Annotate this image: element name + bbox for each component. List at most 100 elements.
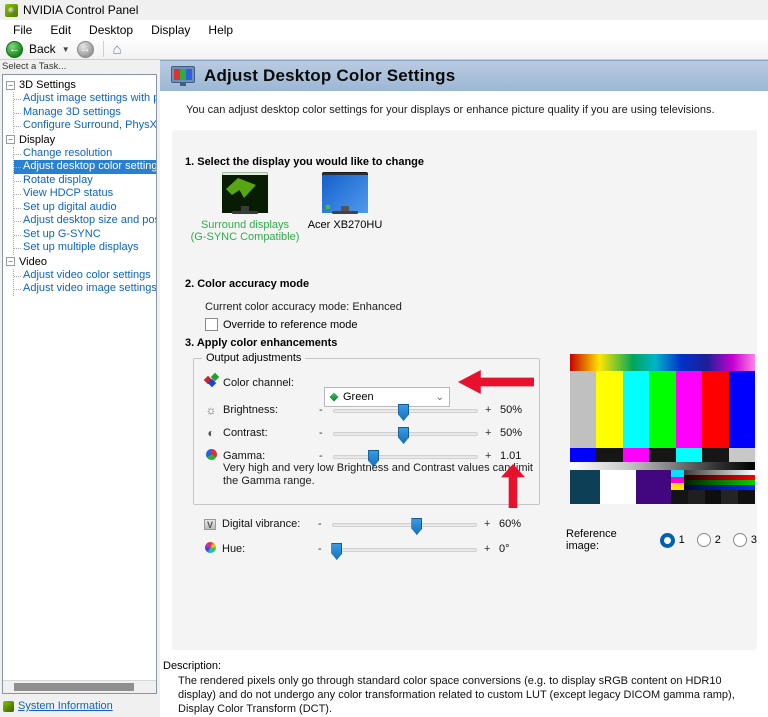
override-reference-mode-checkbox[interactable] bbox=[205, 318, 218, 331]
radio-label: 3 bbox=[751, 534, 757, 546]
green-diamond-icon bbox=[329, 392, 338, 401]
sidebar-group-3d-settings[interactable]: − 3D Settings bbox=[6, 78, 156, 92]
system-information-link[interactable]: System Information bbox=[18, 700, 113, 712]
black-blocks bbox=[671, 490, 755, 504]
sidebar-item-view-hdcp-status[interactable]: View HDCP status bbox=[14, 187, 156, 201]
menu-bar: File Edit Desktop Display Help bbox=[0, 20, 768, 39]
group-children: Adjust image settings with preview Manag… bbox=[13, 92, 156, 133]
digital-vibrance-icon: V bbox=[203, 517, 217, 531]
surround-display-icon bbox=[219, 172, 271, 216]
brightness-slider-handle[interactable] bbox=[398, 404, 409, 421]
slider-minus-label: - bbox=[318, 543, 322, 555]
chevron-down-icon: ⌄ bbox=[436, 392, 444, 403]
menu-file[interactable]: File bbox=[4, 21, 41, 39]
radio-icon[interactable] bbox=[733, 533, 747, 547]
scrollbar-thumb[interactable] bbox=[14, 683, 134, 691]
brightness-row: ☼ Brightness: - + 50% bbox=[194, 402, 539, 420]
test-pattern-bottom-row bbox=[570, 470, 755, 504]
section1-heading: 1. Select the display you would like to … bbox=[185, 156, 424, 168]
groupbox-legend: Output adjustments bbox=[202, 352, 305, 364]
cmy-stack bbox=[671, 470, 684, 490]
purple-swatch bbox=[636, 470, 671, 504]
digital-vibrance-slider-track[interactable] bbox=[332, 523, 477, 527]
hue-slider-handle[interactable] bbox=[331, 543, 342, 560]
section2-heading: 2. Color accuracy mode bbox=[185, 278, 309, 290]
sidebar-item-change-resolution[interactable]: Change resolution bbox=[14, 147, 156, 161]
slider-label: Hue: bbox=[222, 543, 245, 555]
system-information-row: System Information bbox=[3, 700, 113, 712]
forward-button[interactable]: → bbox=[77, 41, 94, 58]
collapse-icon[interactable]: − bbox=[6, 257, 15, 266]
select-task-label: Select a Task... bbox=[2, 61, 66, 72]
slider-minus-label: - bbox=[319, 427, 323, 439]
collapse-icon[interactable]: − bbox=[6, 135, 15, 144]
color-channel-label: Color channel: bbox=[223, 377, 294, 389]
task-tree-panel: − 3D Settings Adjust image settings with… bbox=[2, 74, 157, 694]
hue-slider-track[interactable] bbox=[332, 548, 477, 552]
slider-plus-label: + bbox=[484, 543, 490, 555]
menu-desktop[interactable]: Desktop bbox=[80, 21, 142, 39]
rgb-gradient-strips bbox=[684, 470, 755, 490]
sidebar-group-video[interactable]: − Video bbox=[6, 255, 156, 269]
sidebar-item-manage-3d-settings[interactable]: Manage 3D settings bbox=[14, 106, 156, 120]
digital-vibrance-value: 60% bbox=[499, 518, 521, 530]
back-history-dropdown-icon[interactable]: ▼ bbox=[62, 45, 70, 54]
contrast-value: 50% bbox=[500, 427, 522, 439]
sidebar-item-rotate-display[interactable]: Rotate display bbox=[14, 174, 156, 188]
back-button-label[interactable]: Back bbox=[29, 42, 56, 56]
intro-text: You can adjust desktop color settings fo… bbox=[186, 104, 715, 116]
sidebar-item-set-up-gsync[interactable]: Set up G-SYNC bbox=[14, 228, 156, 242]
brightness-slider-track[interactable] bbox=[333, 409, 478, 413]
radio-label: 1 bbox=[679, 534, 685, 546]
hue-icon bbox=[203, 542, 217, 556]
digital-vibrance-slider-handle[interactable] bbox=[411, 518, 422, 535]
sidebar-item-adjust-image-settings[interactable]: Adjust image settings with preview bbox=[14, 92, 156, 106]
test-pattern-bars-main bbox=[570, 371, 755, 448]
group-label: 3D Settings bbox=[19, 79, 76, 91]
sidebar-item-configure-surround-physx[interactable]: Configure Surround, PhysX bbox=[14, 119, 156, 133]
tree-horizontal-scrollbar[interactable] bbox=[3, 680, 156, 693]
reference-image-option-2[interactable]: 2 bbox=[697, 533, 721, 547]
title-bar: NVIDIA Control Panel bbox=[0, 0, 768, 20]
slider-minus-label: - bbox=[319, 404, 323, 416]
task-sidebar: Select a Task... − 3D Settings Adjust im… bbox=[0, 60, 160, 717]
main-content: Adjust Desktop Color Settings You can ad… bbox=[160, 60, 768, 717]
sidebar-group-display[interactable]: − Display bbox=[6, 133, 156, 147]
menu-edit[interactable]: Edit bbox=[41, 21, 80, 39]
radio-label: 2 bbox=[715, 534, 721, 546]
sidebar-item-adjust-video-color-settings[interactable]: Adjust video color settings bbox=[14, 269, 156, 283]
color-bars-test-pattern bbox=[570, 354, 755, 504]
reference-image-option-1[interactable]: 1 bbox=[660, 533, 685, 548]
section3-heading: 3. Apply color enhancements bbox=[185, 337, 337, 349]
radio-selected-icon[interactable] bbox=[660, 533, 675, 548]
sidebar-item-adjust-desktop-color-settings[interactable]: Adjust desktop color settings bbox=[14, 160, 157, 174]
sidebar-item-set-up-multiple-displays[interactable]: Set up multiple displays bbox=[14, 241, 156, 255]
gray-gradient-strip bbox=[570, 462, 755, 470]
menu-display[interactable]: Display bbox=[142, 21, 199, 39]
reference-image-label: Reference image: bbox=[566, 528, 648, 552]
reference-image-option-3[interactable]: 3 bbox=[733, 533, 757, 547]
sidebar-item-adjust-video-image-settings[interactable]: Adjust video image settings bbox=[14, 282, 156, 296]
contrast-slider-handle[interactable] bbox=[398, 427, 409, 444]
display-option-acer[interactable]: Acer XB270HU bbox=[280, 172, 410, 231]
radio-icon[interactable] bbox=[697, 533, 711, 547]
back-button[interactable]: ← bbox=[6, 41, 23, 58]
acer-display-icon bbox=[319, 172, 371, 216]
collapse-icon[interactable]: − bbox=[6, 81, 15, 90]
teal-swatch bbox=[570, 470, 600, 504]
slider-label: Digital vibrance: bbox=[222, 518, 300, 530]
slider-label: Brightness: bbox=[223, 404, 278, 416]
gamma-value: 1.01 bbox=[500, 450, 521, 462]
gamma-slider-track[interactable] bbox=[333, 455, 478, 459]
gamma-icon bbox=[204, 449, 218, 463]
rainbow-gradient-strip bbox=[570, 354, 755, 371]
gamma-range-note: Very high and very low Brightness and Co… bbox=[223, 462, 543, 488]
home-icon[interactable]: ⌂ bbox=[113, 42, 122, 57]
sidebar-item-adjust-desktop-size-position[interactable]: Adjust desktop size and position bbox=[14, 214, 156, 228]
menu-help[interactable]: Help bbox=[199, 21, 242, 39]
task-tree: − 3D Settings Adjust image settings with… bbox=[3, 75, 156, 296]
checkbox-label: Override to reference mode bbox=[223, 319, 358, 331]
back-arrow-icon: ← bbox=[9, 43, 20, 55]
contrast-slider-track[interactable] bbox=[333, 432, 478, 436]
sidebar-item-set-up-digital-audio[interactable]: Set up digital audio bbox=[14, 201, 156, 215]
